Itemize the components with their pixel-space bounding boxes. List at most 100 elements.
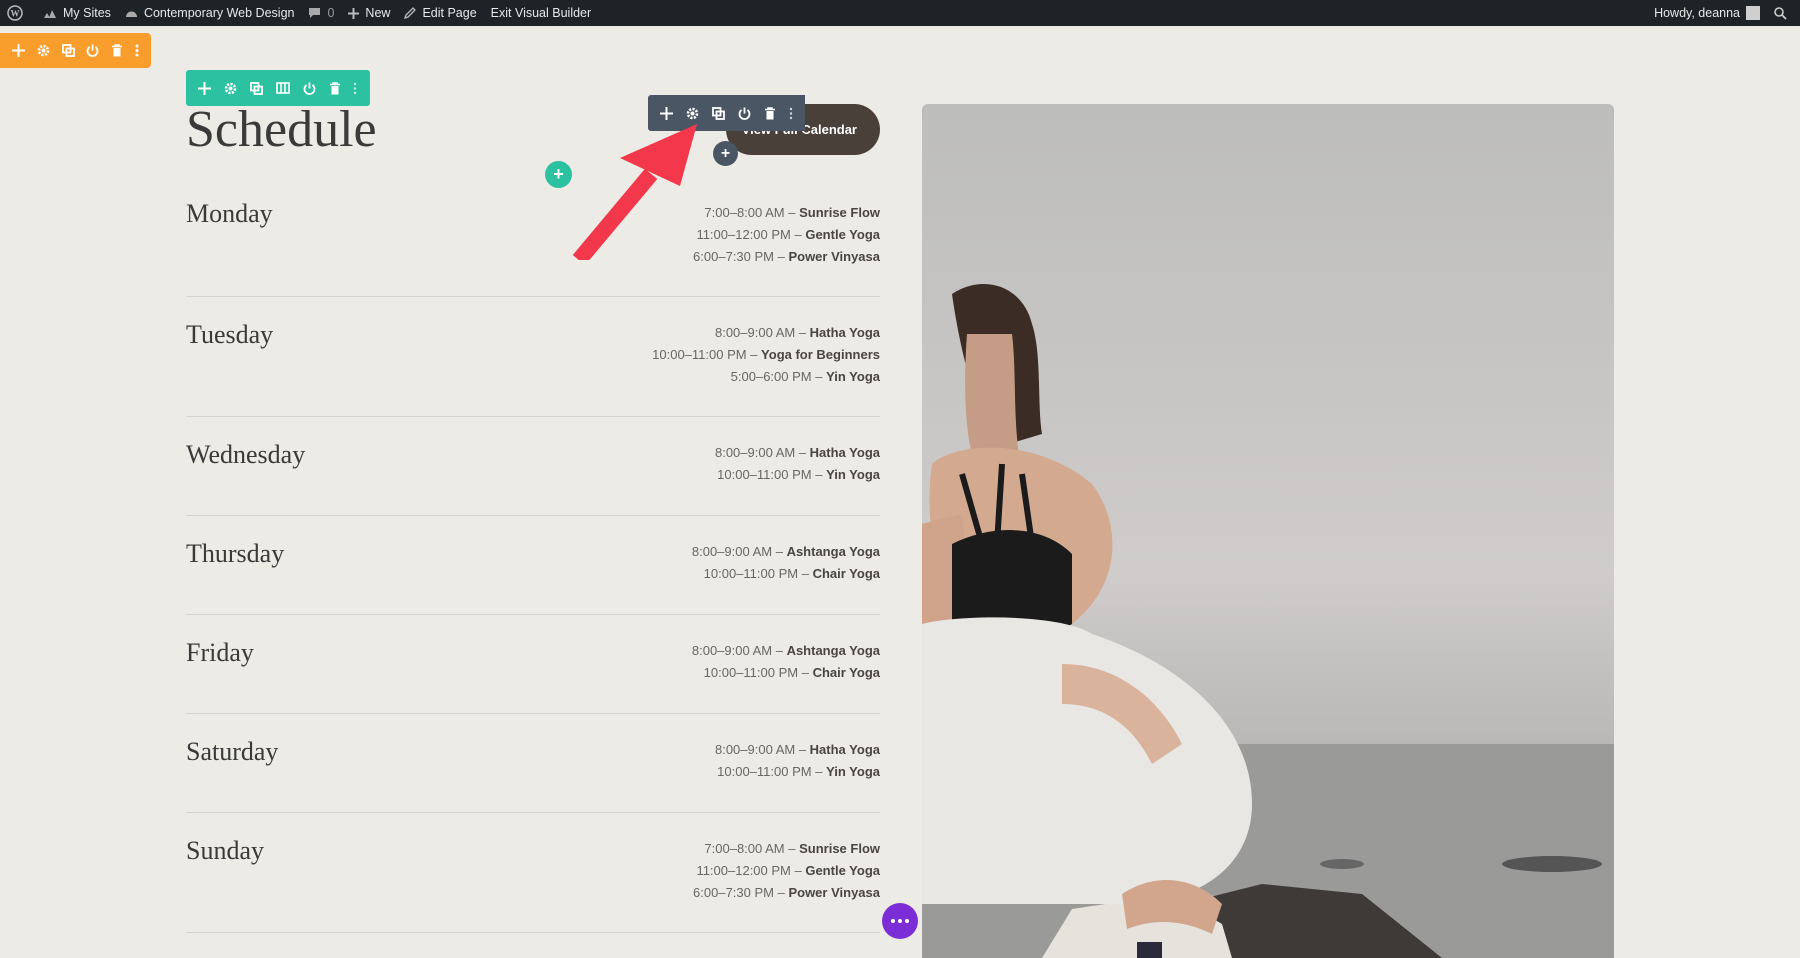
gear-icon (224, 82, 237, 94)
schedule-row-saturday: Saturday 8:00–9:00 AM – Hatha Yoga 10:00… (186, 714, 880, 813)
schedule-row-sunday: Sunday 7:00–8:00 AM – Sunrise Flow 11:00… (186, 813, 880, 933)
svg-text:W: W (11, 9, 20, 19)
session-list: 7:00–8:00 AM – Sunrise Flow 11:00–12:00 … (693, 202, 880, 268)
search-icon (1774, 6, 1787, 20)
page-settings-button[interactable] (882, 903, 918, 939)
duplicate-icon (250, 81, 264, 95)
comment-icon (309, 8, 321, 18)
more-icon (789, 107, 792, 119)
module-more-button[interactable] (789, 107, 793, 120)
more-horizontal-icon (891, 919, 909, 923)
columns-icon (276, 82, 290, 94)
session-item: 6:00–7:30 PM – Power Vinyasa (693, 249, 880, 264)
plus-icon (348, 7, 360, 19)
row-move-button[interactable] (198, 81, 212, 95)
day-name: Wednesday (186, 440, 306, 469)
pencil-icon (404, 7, 417, 19)
section-disable-button[interactable] (86, 44, 99, 57)
schedule-row-friday: Friday 8:00–9:00 AM – Ashtanga Yoga 10:0… (186, 615, 880, 714)
session-item: 11:00–12:00 PM – Gentle Yoga (696, 863, 880, 878)
move-icon (660, 106, 674, 120)
my-sites-label: My Sites (63, 6, 111, 20)
row-columns-button[interactable] (276, 82, 290, 94)
session-item: 10:00–11:00 PM – Yin Yoga (717, 467, 880, 482)
session-item: 7:00–8:00 AM – Sunrise Flow (704, 205, 880, 220)
move-icon (198, 81, 212, 95)
wordpress-logo-icon[interactable]: W (0, 0, 36, 26)
day-name: Sunday (186, 836, 264, 865)
plus-icon: + (720, 144, 731, 162)
duplicate-icon (712, 106, 725, 120)
row-settings-button[interactable] (224, 82, 237, 95)
section-duplicate-button[interactable] (61, 44, 75, 57)
add-module-below-button[interactable]: + (713, 141, 738, 166)
schedule-row-thursday: Thursday 8:00–9:00 AM – Ashtanga Yoga 10… (186, 516, 880, 615)
row-disable-button[interactable] (303, 82, 316, 95)
session-item: 6:00–7:30 PM – Power Vinyasa (693, 885, 880, 900)
session-item: 10:00–11:00 PM – Yoga for Beginners (652, 347, 880, 362)
new-content-menu[interactable]: New (341, 0, 397, 26)
comments-count: 0 (327, 6, 335, 20)
day-name: Friday (186, 638, 254, 667)
session-list: 8:00–9:00 AM – Hatha Yoga 10:00–11:00 PM… (715, 442, 880, 486)
yoga-photo (922, 104, 1614, 958)
day-name: Thursday (186, 539, 285, 568)
site-name-label: Contemporary Web Design (143, 6, 295, 20)
edit-page-link[interactable]: Edit Page (397, 0, 483, 26)
exit-builder-label: Exit Visual Builder (490, 6, 592, 20)
session-item: 10:00–11:00 PM – Chair Yoga (703, 566, 880, 581)
day-name: Saturday (186, 737, 279, 766)
schedule-row-wednesday: Wednesday 8:00–9:00 AM – Hatha Yoga 10:0… (186, 417, 880, 516)
module-move-button[interactable] (660, 106, 674, 120)
wp-admin-bar: W My Sites Contemporary Web Design 0 New… (0, 0, 1800, 26)
account-menu[interactable]: Howdy, deanna (1647, 0, 1767, 26)
search-button[interactable] (1767, 0, 1800, 26)
section-delete-button[interactable] (111, 44, 123, 57)
schedule-row-monday: Monday 7:00–8:00 AM – Sunrise Flow 11:00… (186, 198, 880, 297)
module-duplicate-button[interactable] (712, 106, 725, 120)
section-settings-button[interactable] (37, 44, 50, 57)
session-item: 10:00–11:00 PM – Yin Yoga (717, 764, 880, 779)
session-item: 8:00–9:00 AM – Hatha Yoga (714, 445, 880, 460)
day-name: Tuesday (186, 320, 274, 349)
page-title: Schedule (186, 101, 377, 158)
row-delete-button[interactable] (329, 81, 341, 95)
dashboard-icon (125, 11, 137, 17)
session-item: 8:00–9:00 AM – Ashtanga Yoga (691, 643, 880, 658)
row-duplicate-button[interactable] (250, 81, 264, 95)
edit-page-label: Edit Page (422, 6, 477, 20)
move-icon (11, 44, 25, 57)
more-icon (354, 82, 357, 94)
session-list: 7:00–8:00 AM – Sunrise Flow 11:00–12:00 … (693, 838, 880, 904)
my-sites-menu[interactable]: My Sites (36, 0, 118, 26)
session-item: 7:00–8:00 AM – Sunrise Flow (704, 841, 880, 856)
session-item: 5:00–6:00 PM – Yin Yoga (730, 369, 880, 384)
section-move-button[interactable] (11, 44, 25, 57)
sites-icon (44, 10, 56, 18)
plus-icon: + (553, 164, 564, 184)
add-module-button[interactable]: + (545, 161, 572, 188)
howdy-label: Howdy, deanna (1654, 6, 1740, 20)
session-list: 8:00–9:00 AM – Ashtanga Yoga 10:00–11:00… (692, 541, 880, 585)
session-item: 10:00–11:00 PM – Chair Yoga (703, 665, 880, 680)
session-item: 8:00–9:00 AM – Ashtanga Yoga (691, 544, 880, 559)
gear-icon (686, 107, 699, 119)
module-disable-button[interactable] (738, 107, 751, 120)
new-label: New (365, 6, 391, 20)
row-more-button[interactable] (353, 82, 357, 95)
session-item: 8:00–9:00 AM – Hatha Yoga (714, 325, 880, 340)
annotation-arrow-icon (572, 124, 697, 260)
module-settings-button[interactable] (686, 107, 699, 120)
section-more-button[interactable] (135, 44, 139, 57)
gear-icon (37, 44, 50, 57)
session-item: 11:00–12:00 PM – Gentle Yoga (696, 227, 880, 242)
module-delete-button[interactable] (764, 106, 776, 120)
more-icon (135, 44, 139, 57)
power-icon (303, 82, 316, 95)
session-list: 8:00–9:00 AM – Ashtanga Yoga 10:00–11:00… (692, 640, 880, 684)
comments-menu[interactable]: 0 (301, 0, 341, 26)
day-name: Monday (186, 199, 273, 228)
site-name-menu[interactable]: Contemporary Web Design (118, 0, 302, 26)
schedule-row-tuesday: Tuesday 8:00–9:00 AM – Hatha Yoga 10:00–… (186, 297, 880, 417)
exit-visual-builder-link[interactable]: Exit Visual Builder (484, 0, 599, 26)
